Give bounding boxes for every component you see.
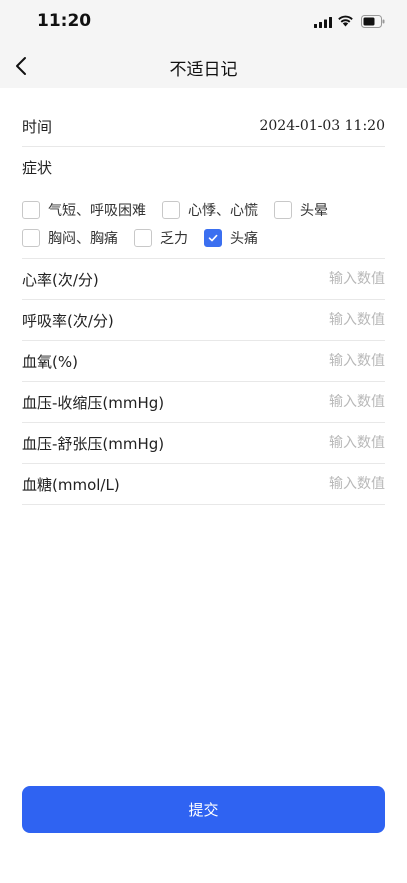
systolic-pressure-input[interactable] <box>265 394 385 410</box>
checkbox[interactable] <box>274 201 292 219</box>
checkmark-icon <box>208 234 218 242</box>
page-title: 不适日记 <box>169 60 238 80</box>
blood-glucose-label: 血糖(mmol/L) <box>22 475 120 494</box>
symptom-options: 气短、呼吸困难 心悸、心慌 头晕 胸闷、胸痛 乏力 头痛 <box>22 188 385 259</box>
diastolic-pressure-label: 血压-舒张压(mmHg) <box>22 434 165 453</box>
heart-rate-input[interactable] <box>265 271 385 287</box>
time-row[interactable]: 时间 2024-01-03 11:20 <box>22 106 385 147</box>
symptom-option-label: 胸闷、胸痛 <box>48 231 118 247</box>
symptom-option[interactable]: 心悸、心慌 <box>162 200 258 220</box>
symptom-option[interactable]: 头晕 <box>274 200 328 220</box>
symptom-option-label: 心悸、心慌 <box>188 203 258 219</box>
symptom-option[interactable]: 头痛 <box>204 228 258 248</box>
diastolic-pressure-input[interactable] <box>265 435 385 451</box>
checkbox-checked[interactable] <box>204 229 222 247</box>
checkbox[interactable] <box>22 201 40 219</box>
symptom-line: 胸闷、胸痛 乏力 头痛 <box>22 224 385 252</box>
time-label: 时间 <box>22 117 53 136</box>
symptom-option-label: 气短、呼吸困难 <box>48 203 146 219</box>
status-bar: 11:20 <box>0 0 407 44</box>
symptom-option[interactable]: 气短、呼吸困难 <box>22 200 146 220</box>
navigation-bar: 不适日记 <box>0 44 407 88</box>
cellular-signal-icon <box>314 17 332 28</box>
wifi-icon <box>338 15 353 27</box>
checkbox[interactable] <box>134 229 152 247</box>
respiration-rate-input[interactable] <box>265 312 385 328</box>
symptom-line: 气短、呼吸困难 心悸、心慌 头晕 <box>22 196 385 224</box>
symptom-option-label: 乏力 <box>160 231 188 247</box>
symptom-label: 症状 <box>22 159 53 177</box>
symptom-option[interactable]: 乏力 <box>134 228 188 248</box>
symptom-option-label: 头晕 <box>300 203 328 219</box>
respiration-rate-row: 呼吸率(次/分) <box>22 300 385 341</box>
heart-rate-label: 心率(次/分) <box>22 270 99 289</box>
systolic-pressure-row: 血压-收缩压(mmHg) <box>22 382 385 423</box>
status-time: 11:20 <box>37 11 92 31</box>
blood-oxygen-label: 血氧(%) <box>22 352 78 371</box>
checkbox[interactable] <box>22 229 40 247</box>
heart-rate-row: 心率(次/分) <box>22 259 385 300</box>
symptom-option-label: 头痛 <box>230 231 258 247</box>
blood-glucose-row: 血糖(mmol/L) <box>22 464 385 505</box>
diary-form: 时间 2024-01-03 11:20 症状 气短、呼吸困难 心悸、心慌 头晕 … <box>22 106 385 505</box>
submit-button[interactable]: 提交 <box>22 786 385 833</box>
blood-oxygen-row: 血氧(%) <box>22 341 385 382</box>
time-value[interactable]: 2024-01-03 11:20 <box>259 118 385 134</box>
blood-glucose-input[interactable] <box>265 476 385 492</box>
battery-icon <box>361 15 385 28</box>
diastolic-pressure-row: 血压-舒张压(mmHg) <box>22 423 385 464</box>
blood-oxygen-input[interactable] <box>265 353 385 369</box>
symptom-option[interactable]: 胸闷、胸痛 <box>22 228 118 248</box>
respiration-rate-label: 呼吸率(次/分) <box>22 311 114 330</box>
checkbox[interactable] <box>162 201 180 219</box>
systolic-pressure-label: 血压-收缩压(mmHg) <box>22 393 165 412</box>
